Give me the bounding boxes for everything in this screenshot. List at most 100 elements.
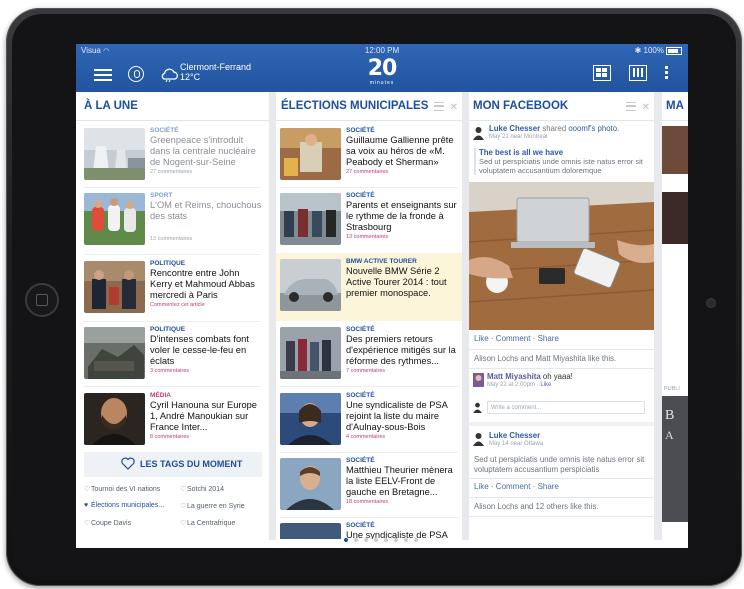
comment-input[interactable]: Write a comment... bbox=[487, 401, 645, 414]
column-elections[interactable]: ÉLECTIONS MUNICIPALES ✕ SOCIÉTÉ Guillaum… bbox=[276, 92, 462, 540]
column-partial[interactable]: MA PUBLI B A bbox=[662, 92, 688, 540]
article-title: Rencontre entre John Kerry et Mahmoud Ab… bbox=[150, 268, 255, 300]
list-item[interactable]: SPORT L'OM et Reims, chouchous des stats… bbox=[84, 189, 262, 252]
list-item[interactable]: SOCIÉTÉ Une syndicaliste de PSA rejoint … bbox=[280, 389, 458, 452]
weather-info[interactable]: Clermont-Ferrand 12°C bbox=[180, 62, 251, 82]
avatar[interactable] bbox=[473, 373, 484, 387]
article-comments[interactable]: 4 commentaires bbox=[346, 434, 458, 440]
article-category: MÉDIA bbox=[150, 392, 171, 399]
close-icon[interactable]: ✕ bbox=[450, 102, 458, 113]
article-category: POLITIQUE bbox=[150, 260, 186, 267]
page-dot[interactable] bbox=[404, 538, 408, 542]
page-dot[interactable] bbox=[354, 538, 358, 542]
weather-icon[interactable] bbox=[159, 66, 179, 83]
drag-handle-icon[interactable] bbox=[433, 102, 444, 111]
page-dot[interactable] bbox=[394, 538, 398, 542]
column-title: ÉLECTIONS MUNICIPALES bbox=[281, 100, 429, 112]
column-separator bbox=[654, 92, 662, 540]
list-item[interactable]: SOCIÉTÉ Des premiers retours d'expérienc… bbox=[280, 323, 458, 386]
fb-actions[interactable]: Like · Comment · Share bbox=[474, 482, 559, 491]
fb-post-header: Luke Chesser shared ooomf's photo. May 2… bbox=[489, 124, 651, 142]
article-comments[interactable]: 3 commentaires bbox=[150, 368, 262, 374]
article-comments[interactable]: 18 commentaires bbox=[346, 499, 458, 505]
article-category: BMW ACTIVE TOURER bbox=[346, 258, 417, 265]
fb-author[interactable]: Luke Chesser bbox=[489, 124, 540, 133]
article-category: SOCIÉTÉ bbox=[346, 127, 375, 134]
list-item[interactable]: MÉDIA Cyril Hanouna sur Europe 1, André … bbox=[84, 389, 262, 452]
article-category: SOCIÉTÉ bbox=[346, 392, 375, 399]
app-logo[interactable]: 20 minutes bbox=[358, 58, 406, 90]
article-comments[interactable]: 13 commentaires bbox=[150, 236, 262, 242]
fb-comment: Matt Miyashita oh yaaa! May 22 at 2:00pm… bbox=[487, 372, 573, 388]
page-dot[interactable] bbox=[374, 538, 378, 542]
tag-link[interactable]: ♥ Élections municipales... bbox=[84, 502, 164, 509]
article-thumbnail[interactable] bbox=[662, 192, 688, 244]
fb-likes[interactable]: Alison Lochs and Matt Miyashita like thi… bbox=[474, 354, 616, 363]
ad-banner[interactable]: B A bbox=[662, 396, 688, 522]
article-comments[interactable]: 7 commentaires bbox=[346, 368, 458, 374]
list-item[interactable]: SOCIÉTÉ Parents et enseignants sur le ry… bbox=[280, 189, 458, 252]
tags-header[interactable]: LES TAGS DU MOMENT bbox=[84, 452, 262, 477]
list-item[interactable]: POLITIQUE Rencontre entre John Kerry et … bbox=[84, 257, 262, 320]
close-icon[interactable]: ✕ bbox=[642, 102, 650, 113]
column-a-la-une[interactable]: À LA UNE SOCIÉTÉ Greenpeace s'introduit … bbox=[76, 92, 269, 540]
article-title: Cyril Hanouna sur Europe 1, André Manouk… bbox=[150, 400, 257, 432]
fb-shared-object[interactable]: ooomf's photo. bbox=[568, 124, 619, 133]
article-title: Greenpeace s'introduit dans la centrale … bbox=[150, 135, 256, 167]
page-dot[interactable] bbox=[364, 538, 368, 542]
avatar[interactable] bbox=[473, 126, 484, 140]
list-item[interactable]: POLITIQUE D'intenses combats font voler … bbox=[84, 323, 262, 386]
article-comments[interactable]: 27 commentaires bbox=[150, 169, 262, 175]
list-item[interactable]: SOCIÉTÉ Une syndicaliste de PSA bbox=[280, 519, 458, 539]
drag-handle-icon[interactable] bbox=[625, 102, 636, 111]
fb-link-preview[interactable]: The best is all we have Sed ut perspicia… bbox=[474, 148, 654, 175]
user-icon[interactable] bbox=[128, 66, 144, 82]
top-bar: Visua ◠ 12:00 PM ✱ 100% Clermont-Ferrand… bbox=[76, 44, 688, 92]
article-thumbnail bbox=[84, 393, 145, 445]
list-item[interactable]: SOCIÉTÉ Guillaume Gallienne prête sa voi… bbox=[280, 124, 458, 187]
tag-link[interactable]: ♡Tournoi des VI nations bbox=[84, 485, 160, 493]
grid-view-icon[interactable] bbox=[593, 65, 611, 81]
app-screen: Visua ◠ 12:00 PM ✱ 100% Clermont-Ferrand… bbox=[76, 44, 688, 548]
article-category: SOCIÉTÉ bbox=[346, 192, 375, 199]
article-title: Matthieu Theurier mènera la liste EELV-F… bbox=[346, 465, 453, 497]
article-comments[interactable]: 27 commentaires bbox=[346, 169, 458, 175]
list-item[interactable]: SOCIÉTÉ Matthieu Theurier mènera la list… bbox=[280, 454, 458, 517]
more-icon[interactable] bbox=[665, 66, 669, 80]
article-comments[interactable]: 13 commentaires bbox=[346, 234, 458, 240]
article-thumbnail bbox=[84, 327, 145, 379]
fb-post-photo[interactable] bbox=[469, 182, 654, 330]
list-item[interactable]: SOCIÉTÉ Greenpeace s'introduit dans la c… bbox=[84, 124, 262, 187]
logo-number: 20 bbox=[367, 56, 398, 81]
fb-link-desc: Sed ut perspiciatis unde omnis iste natu… bbox=[479, 157, 643, 175]
tag-link[interactable]: ♡La Centrafrique bbox=[180, 519, 235, 527]
menu-icon[interactable] bbox=[94, 66, 112, 82]
page-indicator[interactable] bbox=[344, 538, 424, 544]
page-dot[interactable] bbox=[414, 538, 418, 542]
article-thumbnail bbox=[280, 327, 341, 379]
column-facebook[interactable]: MON FACEBOOK ✕ Luke Chesser shared ooomf… bbox=[469, 92, 654, 540]
home-button[interactable] bbox=[25, 283, 59, 317]
article-title: Guillaume Gallienne prête sa voix au hér… bbox=[346, 135, 454, 167]
column-title: À LA UNE bbox=[84, 100, 138, 112]
avatar[interactable] bbox=[473, 432, 484, 446]
fb-author[interactable]: Luke Chesser bbox=[489, 431, 543, 440]
fb-actions[interactable]: Like · Comment · Share bbox=[474, 334, 559, 343]
article-thumbnail[interactable] bbox=[662, 126, 688, 174]
column-view-icon[interactable] bbox=[629, 65, 647, 81]
tag-link[interactable]: ♡Sotchi 2014 bbox=[180, 485, 224, 493]
page-dot[interactable] bbox=[384, 538, 388, 542]
page-dot[interactable] bbox=[344, 538, 348, 542]
comment-like-link[interactable]: Like bbox=[540, 382, 551, 388]
status-battery: ✱ 100% bbox=[635, 46, 682, 55]
article-comments[interactable]: 8 commentaires bbox=[150, 434, 262, 440]
tag-link[interactable]: ♡Coupe Davis bbox=[84, 519, 131, 527]
fb-likes[interactable]: Alison Lochs and 12 others like this. bbox=[474, 502, 598, 511]
article-title: Une syndicaliste de PSA rejoint la liste… bbox=[346, 400, 448, 432]
article-title: L'OM et Reims, chouchous des stats bbox=[150, 200, 262, 221]
article-comments[interactable]: Commentez cet article bbox=[150, 302, 262, 308]
fb-link-title: The best is all we have bbox=[479, 148, 564, 157]
list-item[interactable]: BMW ACTIVE TOURER Nouvelle BMW Série 2 A… bbox=[280, 255, 458, 318]
tag-link[interactable]: ♡La guerre en Syrie bbox=[180, 502, 245, 510]
article-thumbnail bbox=[280, 259, 341, 311]
